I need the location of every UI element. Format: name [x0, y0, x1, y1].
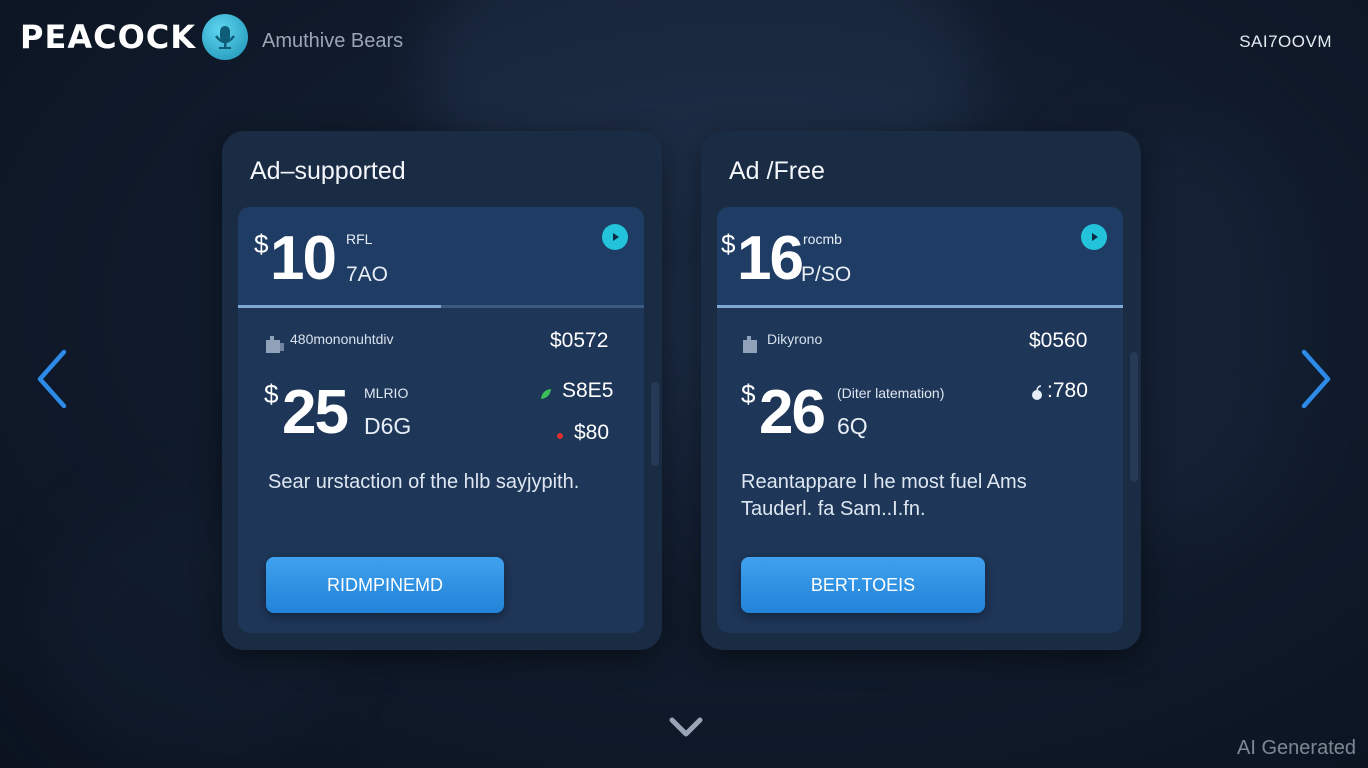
progress-bar: [717, 305, 1123, 308]
alt-price: 26: [759, 378, 826, 447]
side-price: S8E5: [562, 379, 614, 402]
plan-title: Ad–supported: [250, 157, 406, 185]
chevron-down-icon[interactable]: [666, 712, 706, 742]
currency-symbol: $: [721, 229, 736, 259]
play-icon[interactable]: [602, 224, 628, 250]
currency-symbol: $: [741, 379, 756, 409]
price-period-top: RFL: [346, 231, 373, 247]
chevron-left-icon[interactable]: [32, 348, 72, 410]
feature-price: $0572: [550, 329, 609, 352]
price-period: P/SO: [801, 263, 852, 286]
feature-label: Dikyrono: [767, 331, 823, 347]
side-price: $80: [574, 421, 610, 444]
plan-details: $ 16 rocmb P/SO Dikyrono $0560 $ 26 (Dit…: [717, 207, 1123, 633]
scrollbar[interactable]: [1130, 352, 1138, 482]
select-plan-button[interactable]: RIDMPINEMD: [266, 557, 504, 613]
plan-description: Reantappare I he most fuel Ams Tauderl. …: [741, 471, 1027, 520]
tagline: Amuthive Bears: [262, 30, 404, 52]
price-header: $ 16 rocmb P/SO: [717, 207, 1123, 307]
plan-card-ad-supported[interactable]: Ad–supported $ 10 RFL 7AO 480mononuhtdiv…: [222, 131, 662, 650]
logo[interactable]: PEACOCK: [20, 18, 196, 56]
chevron-right-icon[interactable]: [1296, 348, 1336, 410]
side-price: :780: [1047, 379, 1088, 402]
play-icon[interactable]: [1081, 224, 1107, 250]
plan-card-ad-free[interactable]: Ad /Free $ 16 rocmb P/SO Dikyrono $0560 …: [701, 131, 1141, 650]
plan-description: Sear urstaction of the hlb sayjypith.: [268, 471, 580, 493]
progress-fill: [238, 305, 441, 308]
alt-unit: 6Q: [837, 413, 868, 439]
scrollbar[interactable]: [651, 382, 659, 466]
account-menu[interactable]: SAI7OOVM: [1239, 32, 1332, 52]
ai-generated-watermark: AI Generated: [1237, 737, 1356, 759]
plan-title: Ad /Free: [729, 157, 825, 185]
device-icon: [741, 335, 763, 355]
select-plan-button[interactable]: BERT.TOEIS: [741, 557, 985, 613]
alt-note: (Diter latemation): [837, 385, 945, 401]
plan-price: 16: [737, 224, 804, 293]
price-period-top: rocmb: [803, 231, 842, 247]
price-header: $ 10 RFL 7AO: [238, 207, 644, 307]
header: PEACOCK Amuthive Bears SAI7OOVM: [0, 0, 1368, 80]
progress-bar: [238, 305, 644, 308]
alt-price: 25: [282, 378, 349, 447]
peacock-logo-icon: [202, 14, 248, 60]
device-icon: [264, 335, 286, 355]
feature-price: $0560: [1029, 329, 1088, 352]
price-period: 7AO: [346, 263, 389, 286]
apple-icon: [1029, 385, 1045, 401]
progress-fill: [717, 305, 1123, 308]
leaf-icon: [540, 387, 552, 399]
alt-unit: D6G: [364, 413, 412, 439]
record-icon: [554, 429, 566, 441]
currency-symbol: $: [264, 379, 279, 409]
alt-note: MLRIO: [364, 385, 409, 401]
currency-symbol: $: [254, 229, 269, 259]
feature-label: 480mononuhtdiv: [290, 331, 394, 347]
plan-price: 10: [270, 224, 337, 293]
plan-details: $ 10 RFL 7AO 480mononuhtdiv $0572 $ 25 M…: [238, 207, 644, 633]
